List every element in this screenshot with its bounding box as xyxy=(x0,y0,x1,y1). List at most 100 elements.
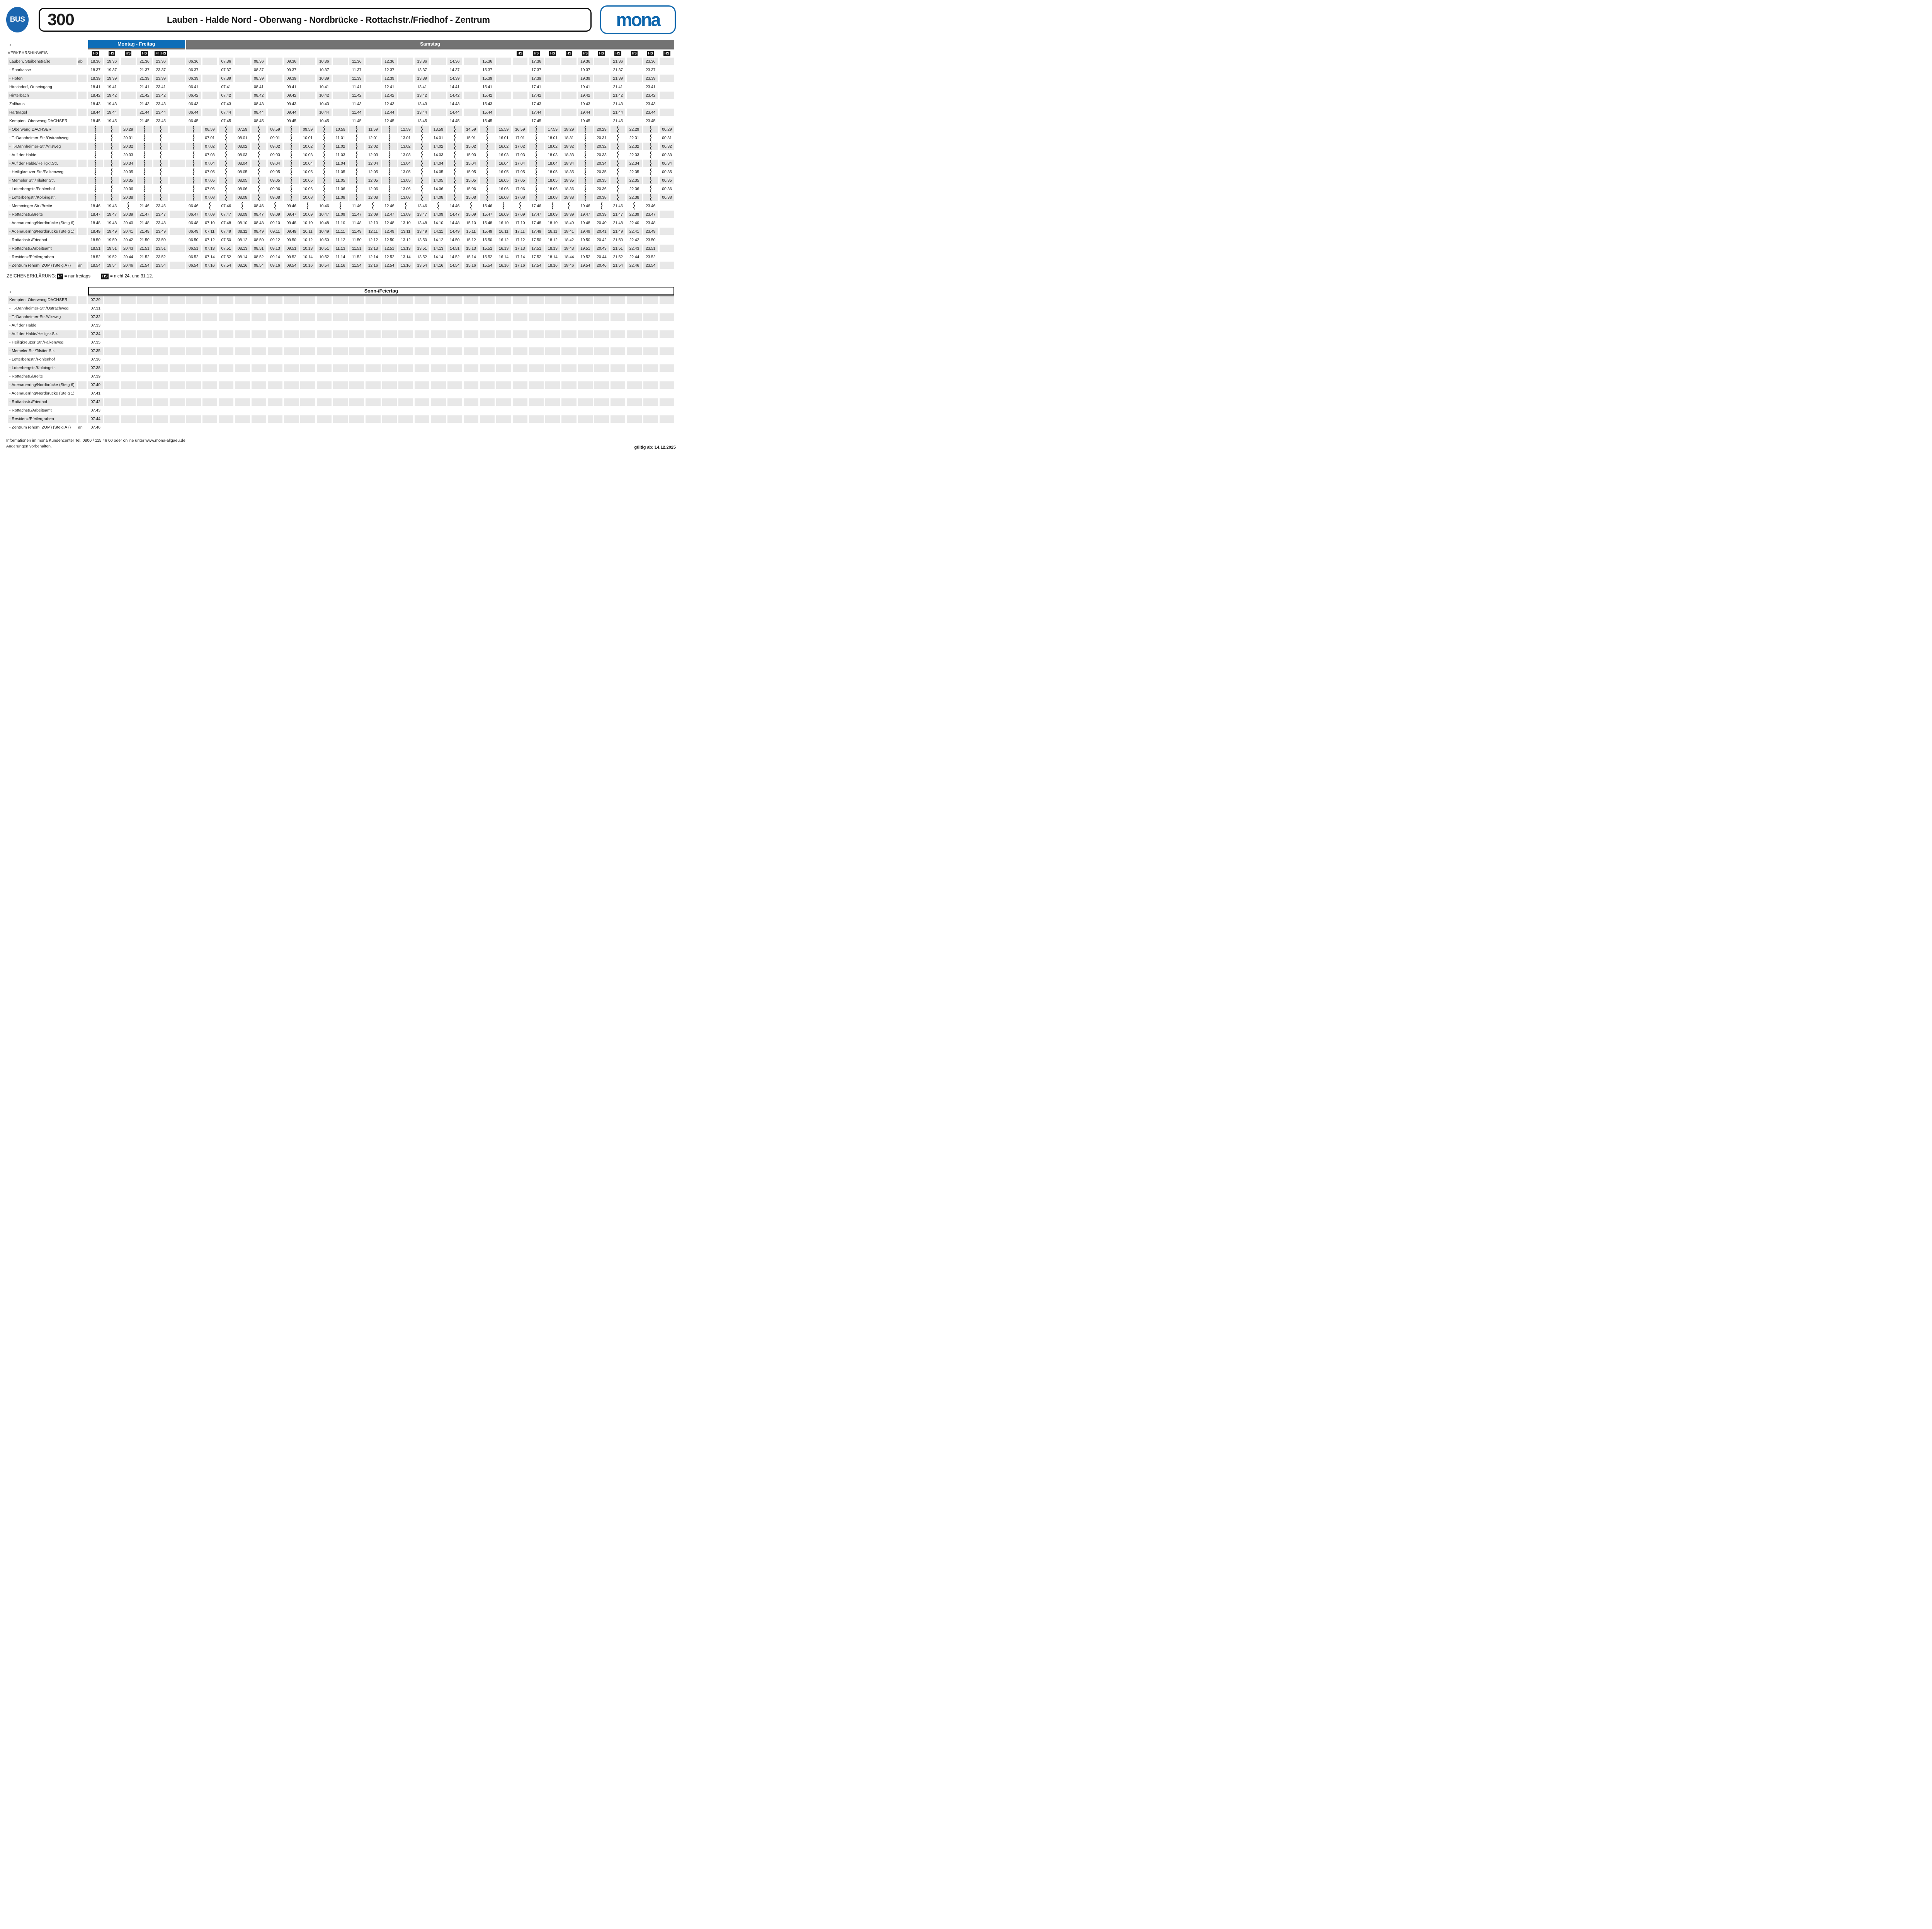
time-cell: 19.52 xyxy=(104,253,119,260)
time-cell xyxy=(398,305,413,312)
time-cell: 09.03 xyxy=(268,151,282,158)
no-stop-wavy-icon xyxy=(519,202,522,209)
time-cell: 15.02 xyxy=(464,143,478,150)
ab-an-cell xyxy=(78,330,87,338)
footer: Informationen im mona Kundencenter Tel. … xyxy=(6,438,676,450)
time-cell: 21.46 xyxy=(137,202,152,209)
no-stop-wavy-icon xyxy=(535,177,538,184)
time-cell xyxy=(431,58,446,65)
time-cell: 10.36 xyxy=(317,58,332,65)
no-stop-wavy-icon xyxy=(616,151,619,158)
time-cell xyxy=(496,202,511,209)
time-cell: 19.44 xyxy=(104,109,119,116)
no-stop-wavy-icon xyxy=(323,126,326,133)
no-stop-wavy-icon xyxy=(159,143,162,150)
table-row: - T.-Dannheimer-Str./Ostrachweg20.3107.0… xyxy=(8,134,674,141)
time-cell: 11.04 xyxy=(333,160,348,167)
time-cell xyxy=(643,177,658,184)
time-cell: 17.13 xyxy=(513,245,527,252)
time-cell xyxy=(268,202,282,209)
time-cell xyxy=(545,339,560,346)
time-cell xyxy=(300,364,315,372)
no-stop-wavy-icon xyxy=(388,194,391,201)
time-cell xyxy=(284,126,299,133)
time-cell xyxy=(235,415,250,423)
legend-text: = nur freitags xyxy=(65,274,90,279)
time-cell xyxy=(349,313,364,321)
time-cell xyxy=(219,373,233,380)
time-cell: 15.04 xyxy=(464,160,478,167)
time-cell xyxy=(349,160,364,167)
hs-badge: HS xyxy=(109,51,116,56)
time-cell xyxy=(300,305,315,312)
ab-an-cell xyxy=(78,202,87,209)
time-cell: 12.42 xyxy=(382,92,397,99)
time-cell xyxy=(464,75,478,82)
no-stop-wavy-icon xyxy=(192,177,195,184)
traffic-note-cell: HS xyxy=(561,49,576,56)
no-stop-wavy-icon xyxy=(224,151,228,158)
no-stop-wavy-icon xyxy=(388,151,391,158)
time-cell xyxy=(660,347,674,355)
time-cell xyxy=(627,66,641,73)
time-cell: 21.36 xyxy=(611,58,625,65)
time-cell xyxy=(496,330,511,338)
time-cell xyxy=(627,322,641,329)
time-cell: 20.42 xyxy=(594,236,609,243)
no-stop-wavy-icon xyxy=(257,151,260,158)
time-cell: 23.52 xyxy=(643,253,658,260)
time-cell xyxy=(349,177,364,184)
time-cell xyxy=(186,177,201,184)
time-cell xyxy=(447,126,462,133)
time-cell: 20.40 xyxy=(594,219,609,226)
no-stop-wavy-icon xyxy=(323,177,326,184)
time-cell: 07.40 xyxy=(88,381,103,389)
no-stop-wavy-icon xyxy=(224,143,228,150)
time-cell: 19.36 xyxy=(578,58,593,65)
mona-logo-word: mona xyxy=(616,11,660,28)
time-cell xyxy=(300,356,315,363)
time-cell xyxy=(284,168,299,175)
traffic-note-cell xyxy=(317,49,332,56)
no-stop-wavy-icon xyxy=(192,151,195,158)
time-cell xyxy=(170,322,184,329)
time-cell: 18.08 xyxy=(545,194,560,201)
time-cell: 08.03 xyxy=(235,151,250,158)
traffic-note-cell: HS xyxy=(545,49,560,56)
time-cell xyxy=(643,126,658,133)
time-cell xyxy=(284,373,299,380)
time-cell xyxy=(578,151,593,158)
time-cell xyxy=(611,296,625,304)
time-cell xyxy=(578,373,593,380)
time-cell: 09.36 xyxy=(284,58,299,65)
time-cell: 15.47 xyxy=(480,211,495,218)
time-cell xyxy=(235,390,250,397)
no-stop-wavy-icon xyxy=(486,177,489,184)
time-cell xyxy=(252,356,266,363)
time-cell xyxy=(186,330,201,338)
time-cell xyxy=(398,424,413,431)
table-row: - Lotterbergstr./Kolpingstr.07.38 xyxy=(8,364,674,372)
time-cell xyxy=(464,305,478,312)
time-cell: 09.41 xyxy=(284,83,299,90)
table-row: - Memminger Str./Breite18.4619.4621.4623… xyxy=(8,202,674,209)
time-cell xyxy=(170,177,184,184)
time-cell xyxy=(268,415,282,423)
no-stop-wavy-icon xyxy=(453,185,456,192)
time-cell: 09.42 xyxy=(284,92,299,99)
time-cell: 11.05 xyxy=(333,168,348,175)
time-cell: 08.10 xyxy=(235,219,250,226)
time-cell: 15.54 xyxy=(480,262,495,269)
time-cell xyxy=(529,160,544,167)
time-cell xyxy=(529,151,544,158)
time-cell xyxy=(170,253,184,260)
no-stop-wavy-icon xyxy=(388,126,391,133)
time-cell xyxy=(480,185,495,192)
time-cell xyxy=(594,390,609,397)
table-row: - Adenauerring/Nordbrücke (Steig 6)07.40 xyxy=(8,381,674,389)
time-cell xyxy=(464,330,478,338)
time-cell xyxy=(186,364,201,372)
time-cell: 23.44 xyxy=(153,109,168,116)
time-cell xyxy=(137,177,152,184)
time-cell xyxy=(366,322,380,329)
